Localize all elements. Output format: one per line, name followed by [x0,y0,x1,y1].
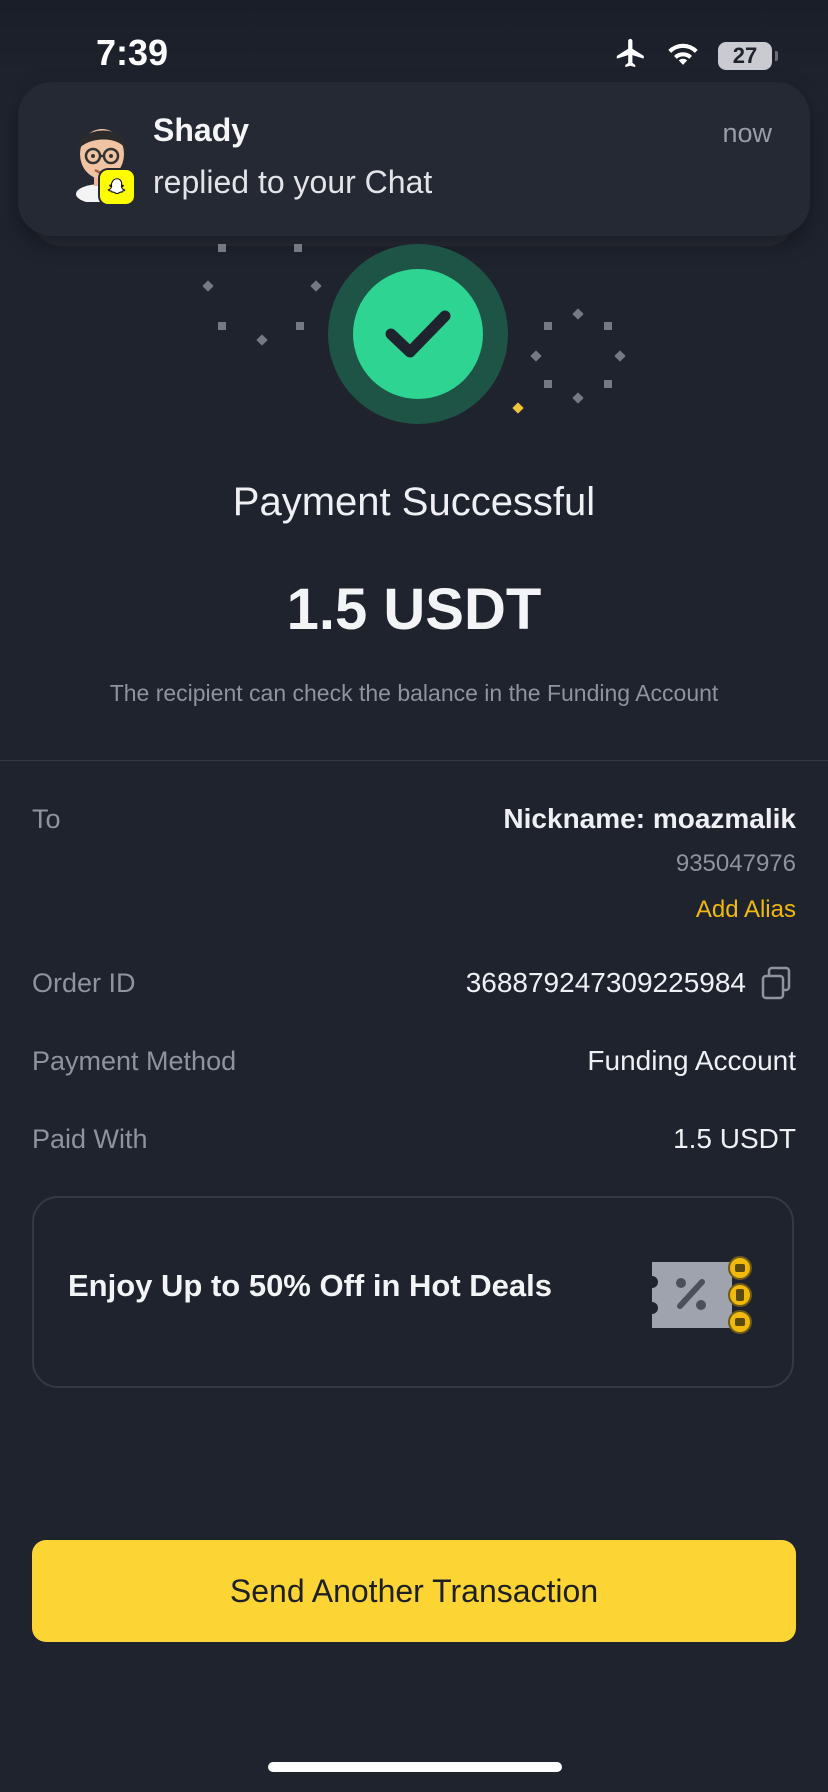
decor-dot [604,322,612,330]
order-id-value: 368879247309225984 [465,967,746,998]
battery-icon: 27 [718,41,778,70]
decor-diamond [530,350,542,362]
success-illustration [0,230,828,430]
paid-with-value: 1.5 USDT [673,1123,796,1154]
recipient-id: 935047976 [675,850,796,877]
add-alias-link[interactable]: Add Alias [696,896,796,924]
home-indicator[interactable] [268,1762,562,1772]
decor-dot [218,322,226,330]
payment-method-label: Payment Method [32,1046,237,1076]
decor-diamond [310,280,322,292]
section-divider [0,760,828,761]
airplane-mode-icon [614,36,648,75]
to-label: To [32,804,61,834]
decor-dot [218,244,226,252]
decor-diamond-yellow [512,402,524,414]
discount-coupon-icon [650,1252,760,1338]
decor-dot [604,380,612,388]
send-another-transaction-button[interactable]: Send Another Transaction [32,1540,796,1642]
decor-diamond [202,280,214,292]
notification-time: now [722,118,772,148]
recipient-nickname: Nickname: moazmalik [503,803,796,834]
decor-diamond [572,308,584,320]
payment-title: Payment Successful [232,480,596,524]
paid-with-label: Paid With [32,1124,148,1154]
decor-dot [544,322,552,330]
snapchat-icon [100,170,134,204]
decor-dot [544,380,552,388]
hot-deals-banner[interactable]: Enjoy Up to 50% Off in Hot Deals [32,1196,794,1388]
notification-sender: Shady [153,112,250,148]
notification-banner[interactable]: Shady replied to your Chat now [18,82,810,236]
status-time: 7:39 [96,32,169,73]
order-id-label: Order ID [32,968,136,998]
success-check-icon [353,269,483,399]
hot-deals-text: Enjoy Up to 50% Off in Hot Deals [68,1268,552,1303]
notification-message: replied to your Chat [153,164,433,200]
decor-diamond [614,350,626,362]
payment-method-value: Funding Account [587,1045,796,1076]
payment-subtitle: The recipient can check the balance in t… [109,680,719,706]
payment-amount: 1.5 USDT [286,577,542,642]
decor-dot [296,322,304,330]
status-icons: 27 [614,36,778,75]
copy-icon[interactable] [760,966,792,1002]
decor-dot [294,244,302,252]
decor-diamond [572,392,584,404]
wifi-icon [666,39,700,72]
decor-diamond [256,334,268,346]
